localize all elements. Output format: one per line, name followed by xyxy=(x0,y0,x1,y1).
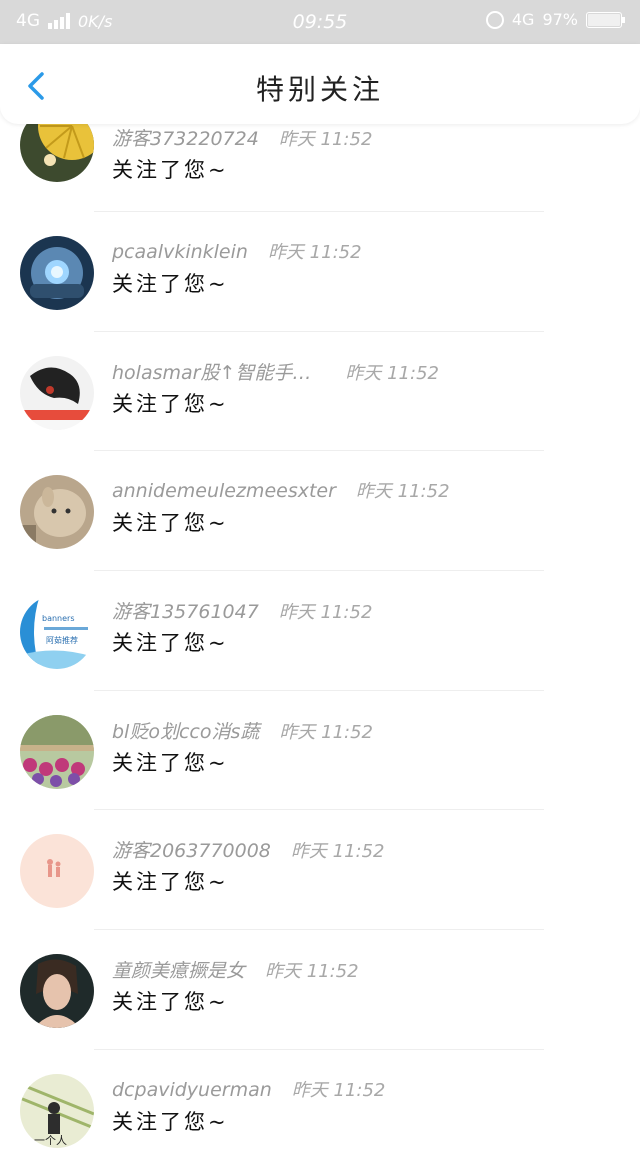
message-text: 关注了您~ xyxy=(112,272,229,296)
list-item[interactable]: banners 阿茹推荐 游客135761047 昨天 11:52 关注了您~ xyxy=(0,571,640,691)
page-title: 特别关注 xyxy=(255,73,384,106)
message-text: 关注了您~ xyxy=(112,511,229,536)
message-text: 关注了您~ xyxy=(112,391,229,416)
username[interactable]: dcpavidyuerman xyxy=(112,1079,272,1101)
avatar[interactable] xyxy=(20,954,94,1029)
notification-list: 游客373220724 昨天 11:52 关注了您~ pcaalvkinklei… xyxy=(0,96,640,1170)
username[interactable]: bl贬o划cco消s蔬 xyxy=(112,717,259,744)
list-item[interactable]: pcaalvkinklein 昨天 11:52 关注了您~ xyxy=(0,212,640,332)
alarm-icon xyxy=(485,10,504,29)
name-line: annidemeulezmeesxter 昨天 11:52 xyxy=(112,477,450,503)
list-item[interactable]: 童颜美癔撅是女 昨天 11:52 关注了您~ xyxy=(0,930,640,1050)
name-line: holasmar股↑智能手… 昨天 11:52 xyxy=(112,358,439,385)
timestamp: 昨天 11:52 xyxy=(267,242,362,263)
timestamp: 昨天 11:52 xyxy=(265,961,359,983)
status-bar: 4G 0K/s 09:55 4G 97% xyxy=(0,0,640,44)
avatar[interactable]: 一个人 xyxy=(20,1073,94,1148)
message-text: 关注了您~ xyxy=(112,158,229,182)
avatar[interactable]: banners 阿茹推荐 xyxy=(20,595,94,670)
timestamp: 昨天 11:52 xyxy=(279,721,373,743)
list-item[interactable]: annidemeulezmeesxter 昨天 11:52 关注了您~ xyxy=(0,451,640,572)
username[interactable]: 游客135761047 xyxy=(112,597,259,624)
list-item[interactable]: holasmar股↑智能手… 昨天 11:52 关注了您~ xyxy=(0,332,640,452)
name-line: 游客373220724 昨天 11:52 xyxy=(112,124,372,151)
timestamp: 昨天 11:52 xyxy=(345,362,439,384)
title-bar: 特别关注 xyxy=(0,44,640,124)
message-text: 关注了您~ xyxy=(112,750,229,775)
list-item[interactable]: bl贬o划cco消s蔬 昨天 11:52 关注了您~ xyxy=(0,691,640,811)
avatar-text: 阿茹推荐 xyxy=(46,635,78,645)
name-line: 游客2063770008 昨天 11:52 xyxy=(112,836,385,863)
timestamp: 昨天 11:52 xyxy=(290,841,385,863)
list-item[interactable]: 一个人 dcpavidyuerman 昨天 11:52 关注了您~ xyxy=(0,1050,640,1170)
list-item[interactable]: 游客2063770008 昨天 11:52 关注了您~ xyxy=(0,810,640,931)
message-text: 关注了您~ xyxy=(112,990,229,1015)
battery-icon xyxy=(586,11,625,28)
status-right: 4G 97% xyxy=(485,10,625,29)
username[interactable]: annidemeulezmeesxter xyxy=(112,480,336,502)
username[interactable]: 游客2063770008 xyxy=(112,836,271,863)
message-text: 关注了您~ xyxy=(112,1109,229,1134)
username[interactable]: 童颜美癔撅是女 xyxy=(112,956,245,983)
message-text: 关注了您~ xyxy=(112,870,229,895)
name-line: dcpavidyuerman 昨天 11:52 xyxy=(112,1076,385,1102)
avatar[interactable] xyxy=(20,475,94,550)
timestamp: 昨天 11:52 xyxy=(278,129,373,150)
avatar[interactable] xyxy=(20,355,94,430)
right-network-label: 4G xyxy=(511,10,535,29)
avatar-text: banners xyxy=(42,614,75,623)
name-line: 童颜美癔撅是女 昨天 11:52 xyxy=(112,956,359,983)
username[interactable]: pcaalvkinklein xyxy=(112,241,248,263)
avatar[interactable] xyxy=(20,236,94,310)
name-line: 游客135761047 昨天 11:52 xyxy=(112,597,372,624)
timestamp: 昨天 11:52 xyxy=(278,602,373,624)
avatar[interactable] xyxy=(20,714,94,789)
name-line: bl贬o划cco消s蔬 昨天 11:52 xyxy=(112,717,373,744)
battery-percent: 97% xyxy=(542,10,578,29)
timestamp: 昨天 11:52 xyxy=(291,1079,386,1101)
message-text: 关注了您~ xyxy=(112,631,229,656)
username[interactable]: 游客373220724 xyxy=(112,124,259,151)
username[interactable]: holasmar股↑智能手… xyxy=(112,358,311,385)
timestamp: 昨天 11:52 xyxy=(355,481,450,503)
name-line: pcaalvkinklein 昨天 11:52 xyxy=(112,238,362,264)
avatar-text: 一个人 xyxy=(34,1134,67,1147)
avatar[interactable] xyxy=(20,834,94,909)
